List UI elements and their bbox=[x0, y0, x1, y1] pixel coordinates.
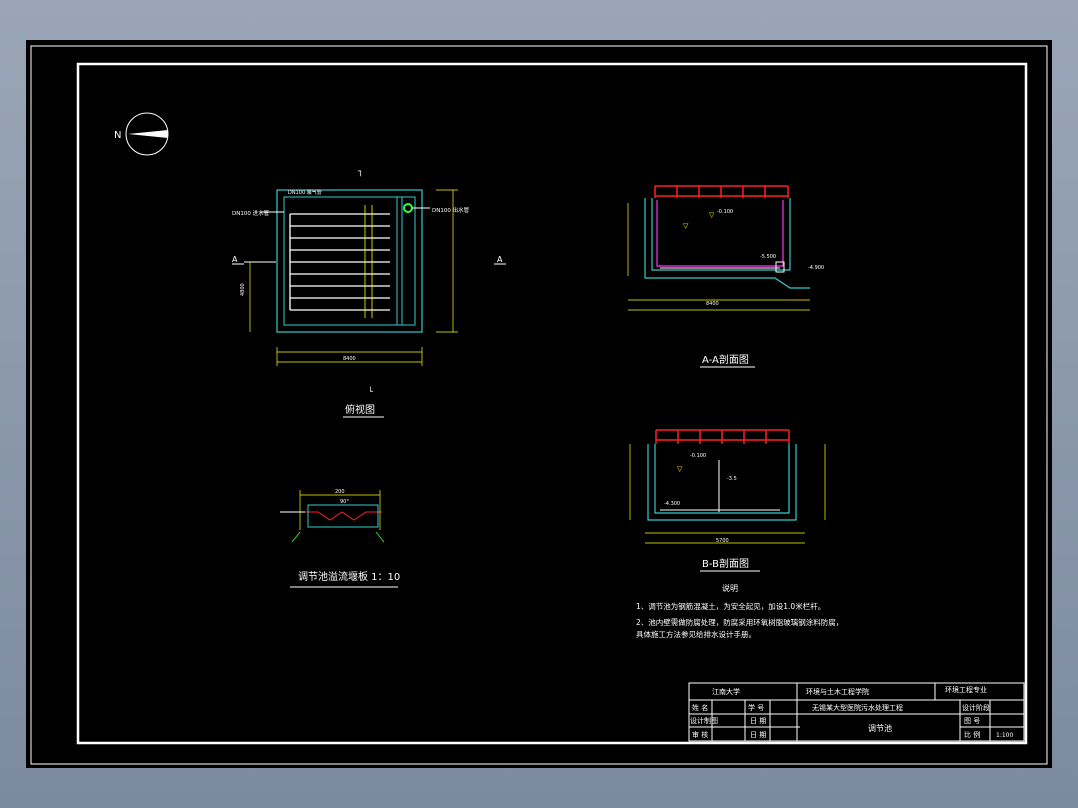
inner-frame bbox=[76, 62, 1028, 745]
outer-frame bbox=[30, 45, 1048, 765]
svg-text:▽: ▽ bbox=[677, 465, 683, 473]
svg-text:▽: ▽ bbox=[683, 222, 689, 230]
outlet-pump-icon bbox=[403, 203, 413, 213]
drawing-sheet: N ┐ DN100 进水管 DN100 出水管 DN100 曝气管 A A 84… bbox=[30, 45, 1048, 765]
svg-text:▽: ▽ bbox=[709, 211, 715, 219]
notes: 说明 1、调节池为钢筋混凝土，为安全起见，加设1.0米栏杆。 2、池内壁需做防腐… bbox=[636, 583, 843, 639]
aa-title: A-A剖面图 bbox=[702, 353, 749, 366]
aa-level-side: -4.900 bbox=[808, 265, 824, 271]
svg-text:└: └ bbox=[368, 386, 373, 396]
notes-item-1: 1、调节池为钢筋混凝土，为安全起见，加设1.0米栏杆。 bbox=[636, 601, 825, 611]
aa-level-water: -0.100 bbox=[717, 209, 733, 215]
plan-section-a-left: A bbox=[232, 255, 238, 264]
plan-view: ┐ DN100 进水管 DN100 出水管 DN100 曝气管 A A 8400… bbox=[232, 167, 506, 418]
tb-college: 环境与土木工程学院 bbox=[806, 687, 869, 696]
tb-label-scale: 比 例 bbox=[964, 730, 980, 739]
tb-label-date-2: 日 期 bbox=[750, 731, 766, 739]
notes-item-2: 2、池内壁需做防腐处理，防腐采用环氧树脂玻璃钢涂料防腐， bbox=[636, 617, 843, 627]
tb-label-design-phase: 设计阶段 bbox=[962, 703, 990, 712]
tb-major: 环境工程专业 bbox=[945, 685, 987, 694]
tb-school: 江南大学 bbox=[712, 687, 740, 696]
weir-angle: 90° bbox=[340, 499, 349, 505]
aa-railing bbox=[654, 185, 789, 198]
bb-level-water: -0.100 bbox=[690, 453, 706, 459]
bb-dim-span: 5700 bbox=[716, 538, 729, 544]
plan-inner-wall bbox=[283, 196, 416, 326]
tb-label-reviewer: 审 核 bbox=[692, 730, 708, 739]
bb-railing bbox=[655, 429, 790, 444]
plan-outer-wall bbox=[276, 189, 423, 333]
weir-dim: 200 bbox=[335, 489, 345, 495]
plan-section-mark-top: ┐ bbox=[357, 167, 363, 177]
section-bb: -0.100 -3.5 -4.300 ▽ 5700 B-B剖面图 bbox=[629, 429, 826, 572]
tb-label-date-1: 日 期 bbox=[750, 717, 766, 725]
cad-viewport[interactable]: N ┐ DN100 进水管 DN100 出水管 DN100 曝气管 A A 84… bbox=[26, 40, 1052, 768]
aeration-pipes bbox=[289, 213, 390, 311]
notes-item-3: 具体施工方法参见给排水设计手册。 bbox=[636, 629, 756, 639]
weir-title: 调节池溢流堰板 1：10 bbox=[298, 570, 400, 583]
plan-outlet-pipe-label: DN100 出水管 bbox=[432, 206, 470, 214]
north-arrow-icon: N bbox=[114, 112, 169, 156]
bb-level-mid: -3.5 bbox=[727, 476, 737, 482]
section-aa: -0.100 -5.500 -4.900 ▽ ▽ 8400 A-A剖面图 bbox=[627, 185, 824, 368]
svg-text:DN100 曝气管: DN100 曝气管 bbox=[288, 189, 322, 196]
weir-detail: 200 90° 调节池溢流堰板 1：10 bbox=[280, 489, 400, 588]
tb-project: 无锡某大型医院污水处理工程 bbox=[812, 703, 903, 712]
plan-section-a-right: A bbox=[497, 255, 503, 264]
tb-label-name: 姓 名 bbox=[692, 703, 708, 712]
plan-inlet-pipe-label: DN100 进水管 bbox=[232, 209, 270, 217]
tb-scale-value: 1:100 bbox=[996, 732, 1013, 739]
bb-level-bottom: -4.300 bbox=[664, 501, 680, 507]
notes-heading: 说明 bbox=[722, 583, 738, 593]
bb-title: B-B剖面图 bbox=[702, 557, 749, 570]
aa-dim-span: 8400 bbox=[706, 301, 719, 307]
tb-drawing-name: 调节池 bbox=[868, 723, 892, 733]
plan-dim-height: 4800 bbox=[240, 283, 246, 296]
tb-label-drawing-no: 图 号 bbox=[964, 717, 980, 725]
aa-level-bottom: -5.500 bbox=[760, 254, 776, 260]
tb-label-designer: 设计制图 bbox=[690, 716, 718, 725]
north-label: N bbox=[114, 130, 121, 141]
plan-title: 俯视图 bbox=[345, 403, 375, 416]
tb-label-id: 学 号 bbox=[748, 703, 764, 712]
plan-dim-total: 8400 bbox=[343, 356, 356, 362]
